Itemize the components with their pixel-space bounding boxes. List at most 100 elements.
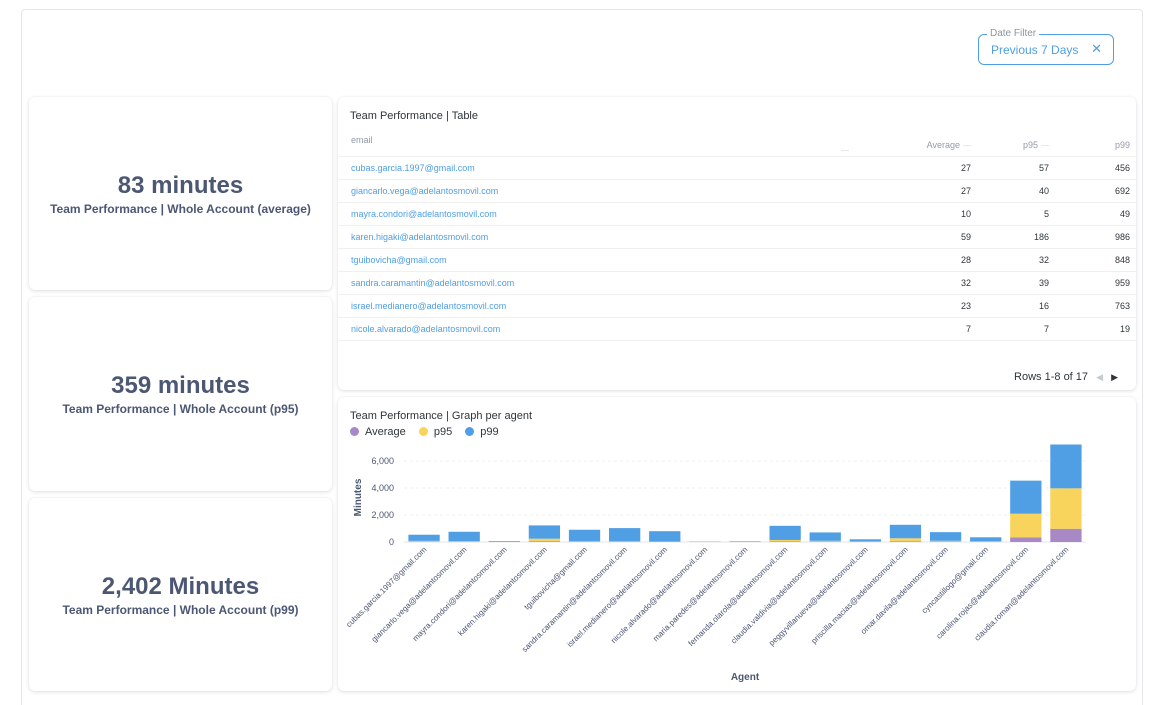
bar-p95[interactable] — [1010, 513, 1042, 538]
p95-cell: 7 — [977, 317, 1056, 341]
column-header-label: p99 — [1114, 139, 1130, 150]
scalar-value: 2,402 Minutes — [101, 573, 260, 600]
bar-p99[interactable] — [448, 531, 480, 542]
scalar-title[interactable]: Team Performance | Whole Account (p99) — [29, 603, 332, 617]
bar-p99[interactable] — [649, 531, 681, 542]
scalar-card-p99[interactable]: 2,402 Minutes Team Performance | Whole A… — [29, 498, 332, 691]
table-row: giancarlo.vega@adelantosmovil.com 27 40 … — [338, 179, 1136, 203]
bar-p99[interactable] — [488, 541, 520, 542]
bar-p99[interactable] — [809, 532, 841, 541]
p99-cell: 848 — [1055, 248, 1136, 272]
date-filter[interactable]: Date Filter Previous 7 Days ✕ — [978, 27, 1114, 65]
bar-p99[interactable] — [568, 529, 601, 542]
bar-average[interactable] — [528, 541, 561, 542]
column-header-email[interactable]: email — — [338, 134, 855, 157]
bar-p99[interactable] — [1050, 444, 1082, 489]
average-cell: 28 — [855, 248, 978, 272]
bar-p99[interactable] — [528, 525, 561, 539]
scalar-value: 83 minutes — [117, 172, 244, 199]
average-cell: 27 — [855, 156, 978, 180]
average-cell: 10 — [855, 202, 978, 226]
scalar-card-p95[interactable]: 359 minutes Team Performance | Whole Acc… — [29, 297, 332, 491]
bar-p99[interactable] — [970, 537, 1002, 542]
average-cell: 59 — [855, 225, 978, 249]
bar-p99[interactable] — [408, 534, 440, 541]
email-link[interactable]: nicole.alvarado@adelantosmovil.com — [338, 317, 855, 341]
table-row: karen.higaki@adelantosmovil.com 59 186 9… — [338, 225, 1136, 249]
average-cell: 27 — [855, 179, 978, 203]
p99-cell: 986 — [1055, 225, 1136, 249]
p95-cell: 39 — [977, 271, 1056, 295]
average-cell: 32 — [855, 271, 978, 295]
y-tick-label: 0 — [389, 537, 394, 547]
p95-cell: 16 — [977, 294, 1056, 318]
bar-p99[interactable] — [849, 539, 881, 542]
chart-card: Team Performance | Graph per agent Avera… — [338, 397, 1136, 691]
x-axis-title: Agent — [731, 672, 760, 683]
close-icon[interactable]: ✕ — [1091, 42, 1102, 56]
pagination-label: Rows 1-8 of 17 — [1014, 371, 1089, 383]
email-link[interactable]: mayra.condori@adelantosmovil.com — [338, 202, 855, 226]
bar-p95[interactable] — [769, 539, 801, 542]
bar-p99[interactable] — [929, 532, 962, 541]
previous-page-icon[interactable]: ◀ — [1096, 371, 1103, 384]
sort-icon: — — [1041, 140, 1050, 150]
p99-cell: 456 — [1055, 156, 1136, 180]
table-row: sandra.caramantin@adelantosmovil.com 32 … — [338, 271, 1136, 295]
column-header-label: email — [351, 134, 373, 145]
p95-cell: 186 — [977, 225, 1056, 249]
scalar-value: 359 minutes — [111, 372, 250, 399]
table-row: tguibovicha@gmail.com 28 32 848 — [338, 248, 1136, 272]
bar-p95[interactable] — [448, 541, 480, 542]
average-cell: 23 — [855, 294, 978, 318]
x-tick-label: omar.davila@adelantosmovil.com — [859, 545, 950, 636]
table-row: nicole.alvarado@adelantosmovil.com 7 7 1… — [338, 317, 1136, 341]
y-tick-label: 2,000 — [371, 510, 394, 520]
scalar-card-average[interactable]: 83 minutes Team Performance | Whole Acco… — [29, 97, 332, 290]
p95-cell: 32 — [977, 248, 1056, 272]
bar-p95[interactable] — [809, 540, 841, 542]
table-card: Team Performance | Table email— Average —… — [338, 97, 1136, 390]
bar-average[interactable] — [1050, 528, 1082, 542]
y-tick-label: 6,000 — [371, 456, 394, 466]
email-link[interactable]: karen.higaki@adelantosmovil.com — [338, 225, 855, 249]
bar-average[interactable] — [769, 541, 801, 542]
pagination: Rows 1-8 of 17 ◀ ▶ — [1014, 371, 1118, 384]
table-header-row: email— Average — p95— p99 — [338, 134, 1136, 157]
date-filter-label: Date Filter — [987, 27, 1040, 41]
email-link[interactable]: sandra.caramantin@adelantosmovil.com — [338, 271, 855, 295]
sort-icon: — — [963, 140, 972, 150]
column-header-label: Average — [926, 139, 961, 150]
column-header-p95[interactable]: p95— — [977, 134, 1056, 157]
bar-p95[interactable] — [408, 540, 440, 542]
bar-p99[interactable] — [769, 525, 801, 540]
next-page-icon[interactable]: ▶ — [1111, 371, 1118, 384]
bar-p99[interactable] — [1010, 480, 1042, 514]
p99-cell: 49 — [1055, 202, 1136, 226]
scalar-title[interactable]: Team Performance | Whole Account (averag… — [29, 202, 332, 216]
bar-p95[interactable] — [889, 538, 922, 542]
bar-p99[interactable] — [889, 524, 922, 539]
y-tick-label: 4,000 — [371, 483, 394, 493]
bar-p95[interactable] — [929, 540, 962, 542]
column-header-p99[interactable]: p99 — [1055, 134, 1136, 157]
bar-average[interactable] — [1010, 537, 1042, 542]
bar-p99[interactable] — [609, 528, 641, 542]
email-link[interactable]: israel.medianero@adelantosmovil.com — [338, 294, 855, 318]
p99-cell: 959 — [1055, 271, 1136, 295]
x-tick-label: cubas.garcia.1997@gmail.com — [344, 545, 428, 629]
bar-p95[interactable] — [528, 538, 561, 542]
bar-p95[interactable] — [609, 541, 641, 542]
bar-average[interactable] — [889, 541, 922, 542]
column-header-average[interactable]: Average — — [855, 134, 978, 157]
email-link[interactable]: cubas.garcia.1997@gmail.com — [338, 156, 855, 180]
bar-p95[interactable] — [1050, 488, 1082, 529]
p95-cell: 57 — [977, 156, 1056, 180]
email-link[interactable]: giancarlo.vega@adelantosmovil.com — [338, 179, 855, 203]
scalar-title[interactable]: Team Performance | Whole Account (p95) — [29, 402, 332, 416]
p99-cell: 692 — [1055, 179, 1136, 203]
p99-cell: 763 — [1055, 294, 1136, 318]
email-link[interactable]: tguibovicha@gmail.com — [338, 248, 855, 272]
date-filter-value[interactable]: Previous 7 Days — [991, 43, 1078, 57]
table-title[interactable]: Team Performance | Table — [350, 110, 478, 123]
